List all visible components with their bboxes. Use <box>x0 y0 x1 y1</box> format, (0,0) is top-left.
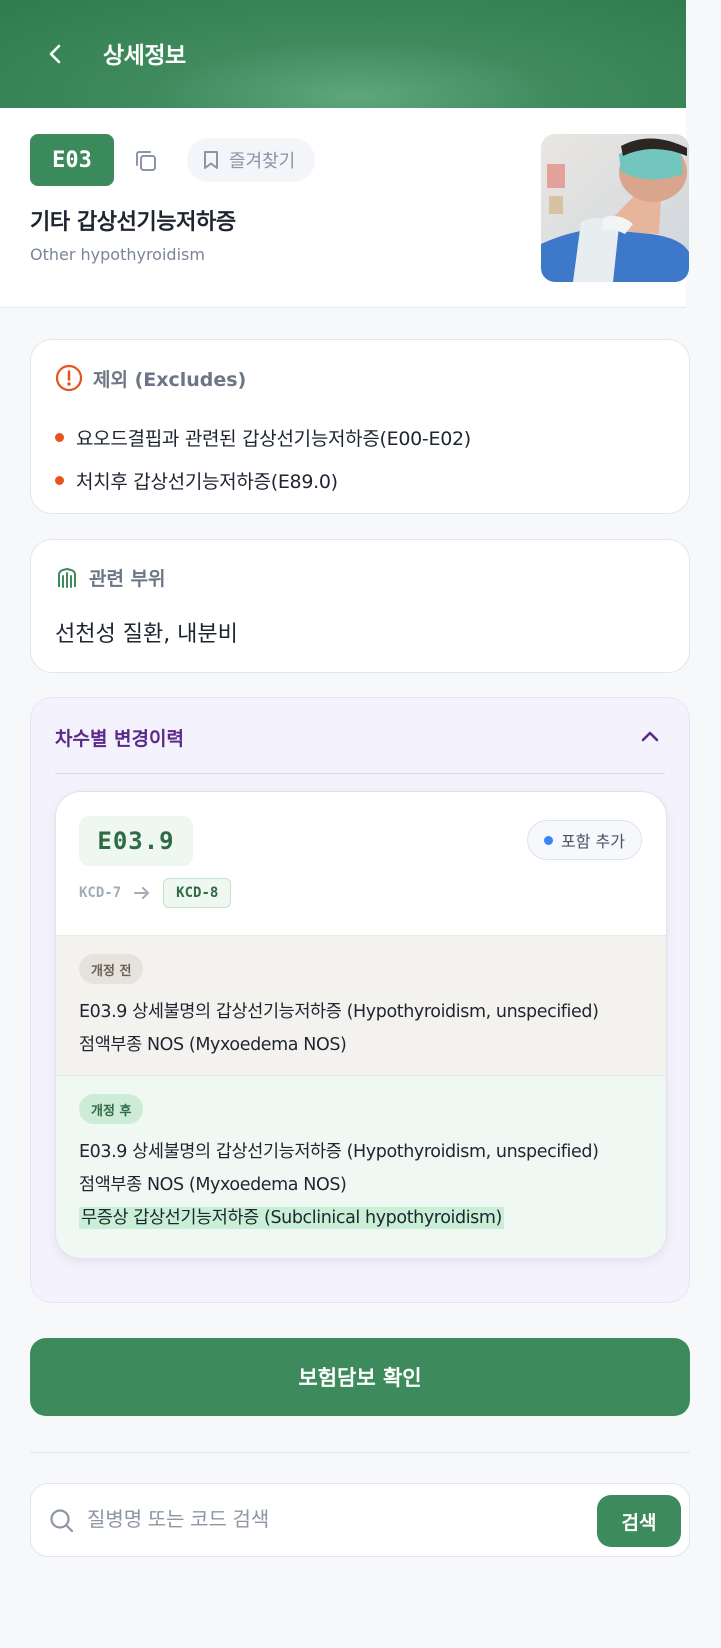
to-version: KCD-8 <box>163 878 232 908</box>
after-tag: 개정 후 <box>79 1094 144 1124</box>
change-type-label: 포함 추가 <box>561 832 625 851</box>
page-title: 상세정보 <box>103 43 186 69</box>
arrow-right-icon <box>134 887 150 899</box>
before-line: E03.9 상세불명의 갑상선기능저하증 (Hypothyroidism, un… <box>79 1002 599 1022</box>
warning-circle-icon <box>55 364 83 392</box>
from-version: KCD-7 <box>79 885 122 901</box>
excludes-card: 제외 (Excludes) 요오드결핍과 관련된 갑상선기능저하증(E00-E0… <box>30 339 690 514</box>
after-line: 점액부종 NOS (Myxoedema NOS) <box>79 1175 347 1195</box>
bullet-dot <box>55 476 64 485</box>
copy-button[interactable] <box>131 146 161 176</box>
region-title: 관련 부위 <box>89 568 166 590</box>
disease-summary: E03 즐겨찾기 기타 갑상선기능저하증 Other hypothyroidis… <box>0 108 689 308</box>
entry-code: E03.9 <box>79 816 193 866</box>
excludes-title: 제외 (Excludes) <box>93 368 247 391</box>
search-icon <box>50 1509 74 1533</box>
region-card: 관련 부위 선천성 질환, 내분비 <box>30 539 690 673</box>
disease-photo <box>541 134 689 282</box>
body-region-icon <box>58 567 76 588</box>
divider <box>55 773 665 774</box>
bookmark-button[interactable]: 즐겨찾기 <box>187 138 315 182</box>
search-bar: 검색 <box>30 1483 690 1557</box>
before-tag: 개정 전 <box>79 954 144 984</box>
before-line: 점액부종 NOS (Myxoedema NOS) <box>79 1035 347 1055</box>
region-header: 관련 부위 <box>55 564 166 591</box>
disease-code-badge: E03 <box>30 134 114 186</box>
version-row: KCD-7 KCD-8 <box>79 878 232 908</box>
revision-entry-card: E03.9 포함 추가 KCD-7 KCD-8 개정 전 E03.9 상세불명의… <box>55 791 667 1259</box>
exclude-text: 처치후 갑상선기능저하증(E89.0) <box>76 471 338 493</box>
change-type-badge: 포함 추가 <box>527 820 642 860</box>
list-item: 요오드결핍과 관련된 갑상선기능저하증(E00-E02) <box>55 416 471 459</box>
exclude-text: 요오드결핍과 관련된 갑상선기능저하증(E00-E02) <box>76 428 471 450</box>
disease-name-en: Other hypothyroidism <box>30 245 205 264</box>
disease-name-ko: 기타 갑상선기능저하증 <box>30 210 236 235</box>
app-header: 상세정보 <box>0 0 686 108</box>
search-input[interactable] <box>87 1500 507 1540</box>
insurance-check-button[interactable]: 보험담보 확인 <box>30 1338 690 1416</box>
chevron-up-icon <box>641 731 659 742</box>
list-item: 처치후 갑상선기능저하증(E89.0) <box>55 459 471 502</box>
search-button[interactable]: 검색 <box>597 1495 681 1547</box>
before-revision-section: 개정 전 E03.9 상세불명의 갑상선기능저하증 (Hypothyroidis… <box>56 935 666 1075</box>
history-title: 차수별 변경이력 <box>55 728 184 750</box>
chevron-left-icon <box>49 44 61 64</box>
after-line: E03.9 상세불명의 갑상선기능저하증 (Hypothyroidism, un… <box>79 1142 599 1162</box>
bullet-dot <box>55 433 64 442</box>
region-value: 선천성 질환, 내분비 <box>55 622 238 647</box>
bookmark-icon <box>204 151 218 169</box>
divider <box>30 1452 690 1453</box>
bookmark-label: 즐겨찾기 <box>229 151 296 172</box>
after-revision-section: 개정 후 E03.9 상세불명의 갑상선기능저하증 (Hypothyroidis… <box>56 1075 666 1258</box>
excludes-list: 요오드결핍과 관련된 갑상선기능저하증(E00-E02) 처치후 갑상선기능저하… <box>55 416 471 502</box>
status-dot <box>544 835 554 845</box>
copy-icon <box>136 151 156 171</box>
back-button[interactable] <box>36 34 76 74</box>
excludes-header: 제외 (Excludes) <box>55 364 246 392</box>
collapse-history-button[interactable] <box>637 724 663 750</box>
revision-history-panel: 차수별 변경이력 E03.9 포함 추가 KCD-7 KCD-8 개정 전 E0… <box>30 697 690 1303</box>
added-line-highlight: 무증상 갑상선기능저하증 (Subclinical hypothyroidism… <box>79 1207 504 1229</box>
